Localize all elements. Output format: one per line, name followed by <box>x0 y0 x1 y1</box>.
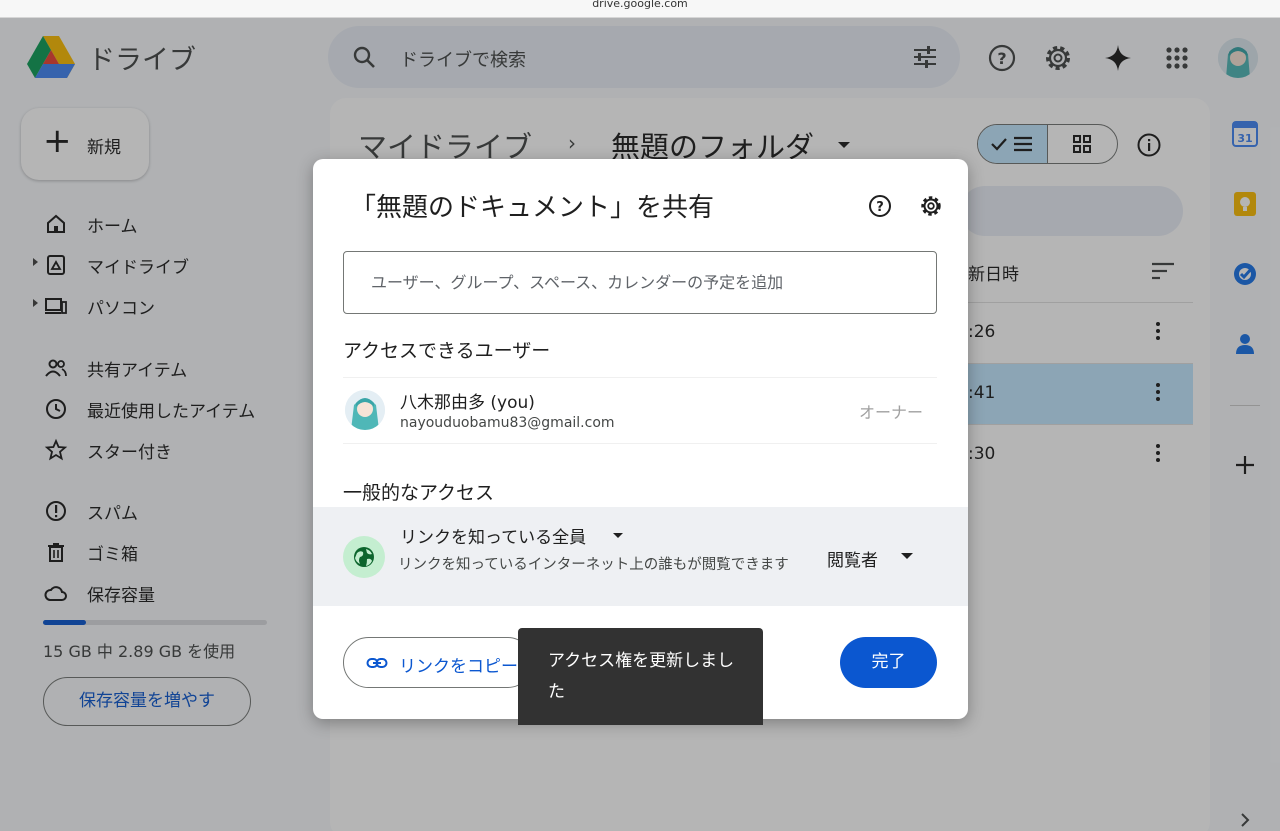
done-button[interactable]: 完了 <box>840 637 937 688</box>
toast-message: アクセス権を更新しました <box>548 651 735 702</box>
avatar <box>345 390 385 430</box>
snackbar-toast: アクセス権を更新しました <box>518 628 763 725</box>
copy-link-button[interactable]: リンクをコピー <box>343 637 533 688</box>
help-icon[interactable]: ? <box>868 194 892 218</box>
general-access-description: リンクを知っているインターネット上の誰もが閲覧できます <box>398 557 789 573</box>
person-email: nayouduobamu83@gmail.com <box>400 415 615 431</box>
gear-icon[interactable] <box>919 194 943 218</box>
general-access-heading: 一般的なアクセス <box>343 482 495 504</box>
globe-icon <box>343 536 385 578</box>
copy-link-label: リンクをコピー <box>399 657 518 677</box>
add-people-field[interactable] <box>343 251 937 314</box>
general-access-dropdown[interactable]: リンクを知っている全員 <box>400 523 586 548</box>
browser-url-bar[interactable]: drive.google.com <box>0 0 1280 18</box>
dialog-title: 「無題のドキュメント」を共有 <box>350 193 715 223</box>
role-dropdown[interactable]: 閲覧者 <box>827 546 878 571</box>
person-role: オーナー <box>858 403 923 422</box>
svg-text:?: ? <box>876 200 884 215</box>
url-text: drive.google.com <box>592 0 688 10</box>
chevron-down-icon[interactable] <box>613 533 623 538</box>
add-people-input[interactable] <box>345 253 935 312</box>
link-icon <box>366 658 388 668</box>
person-name: 八木那由多 (you) <box>400 393 535 413</box>
people-with-access-heading: アクセスできるユーザー <box>343 340 551 362</box>
general-access-row: リンクを知っている全員 リンクを知っているインターネット上の誰もが閲覧できます … <box>313 507 968 606</box>
chevron-down-icon[interactable] <box>901 553 913 559</box>
list-item: 八木那由多 (you) nayouduobamu83@gmail.com オーナ… <box>343 377 937 444</box>
